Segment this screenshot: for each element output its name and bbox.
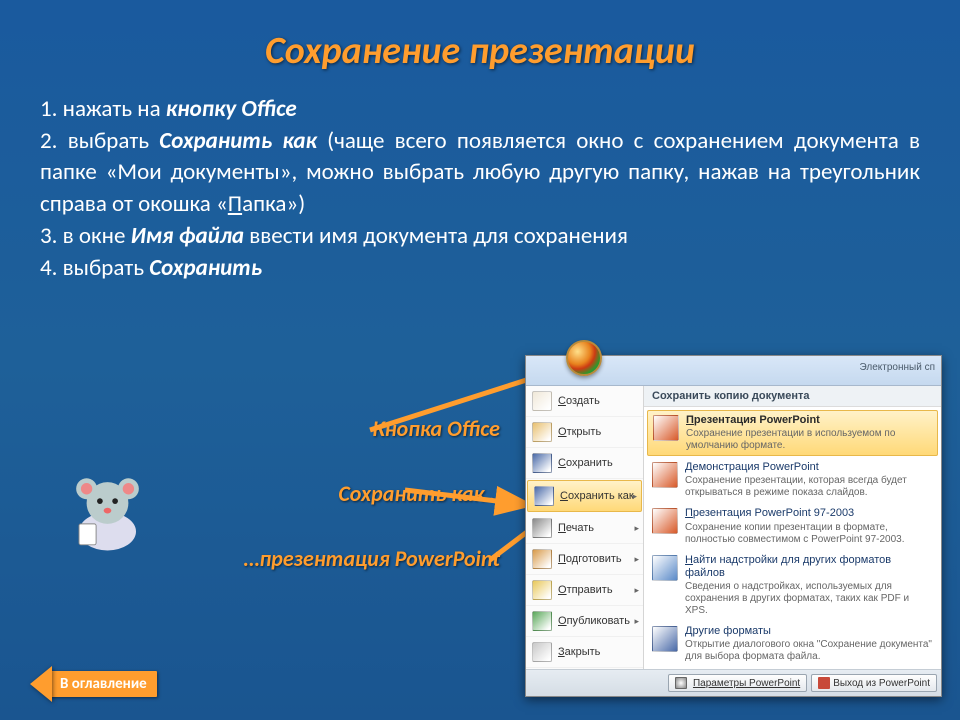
callout-save-as: Сохранить как… (160, 480, 500, 507)
step-1-prefix: 1. нажать на (40, 95, 166, 123)
save-option-text: Найти надстройки для других форматов фай… (685, 554, 933, 617)
menu-icon (532, 518, 552, 538)
chevron-right-icon: ▸ (632, 491, 637, 502)
save-option-icon (652, 626, 678, 652)
menu-label: Открыть (558, 426, 601, 438)
menu-label: Опубликовать (558, 615, 630, 627)
save-option-text: Демонстрация PowerPointСохранение презен… (685, 461, 933, 499)
menu-label: Закрыть (558, 646, 600, 658)
options-label: Параметры PowerPoint (693, 678, 800, 689)
save-option-desc: Сведения о надстройках, используемых для… (685, 581, 933, 617)
save-option-icon (652, 508, 678, 534)
save-option[interactable]: Демонстрация PowerPointСохранение презен… (644, 457, 941, 503)
menu-icon (532, 422, 552, 442)
save-option-icon (652, 462, 678, 488)
menu-icon (532, 642, 552, 662)
step-3-rest: ввести имя документа для сохранения (244, 222, 628, 250)
menu-icon (532, 391, 552, 411)
menu-label: Печать (558, 522, 594, 534)
exit-icon (818, 677, 830, 689)
callout-labels: Кнопка Office Сохранить как… …презентаци… (160, 415, 500, 610)
menu-item[interactable]: Создать (526, 386, 643, 417)
menu-item[interactable]: Отправить ▸ (526, 575, 643, 606)
menu-item[interactable]: Закрыть (526, 637, 643, 668)
menu-icon (532, 580, 552, 600)
menu-item[interactable]: Сохранить (526, 448, 643, 479)
menu-label: Подготовить (558, 553, 622, 565)
callout-presentation-pp: …презентация PowerPoint (160, 545, 500, 572)
step-2-bold: Сохранить как (159, 127, 317, 155)
chevron-right-icon: ▸ (634, 585, 639, 596)
save-option-desc: Сохранение копии презентации в формате, … (685, 522, 933, 546)
arrow-left-icon (30, 666, 52, 702)
office-right-items: Презентация PowerPointСохранение презент… (644, 407, 941, 669)
office-titlebar: Электронный сп (526, 356, 941, 386)
save-option-text: Презентация PowerPoint 97-2003 Сохранение… (685, 507, 933, 545)
office-menu-footer: Параметры PowerPoint Выход из PowerPoint (526, 669, 941, 696)
save-option[interactable]: Презентация PowerPoint 97-2003 Сохранение… (644, 503, 941, 549)
step-3-prefix: 3. в окне (40, 222, 131, 250)
menu-icon (532, 611, 552, 631)
save-option-title: Найти надстройки для других форматов фай… (685, 554, 933, 580)
step-4-bold: Сохранить (149, 254, 262, 282)
menu-label: Создать (558, 395, 600, 407)
office-menu-body: СоздатьОткрытьСохранитьСохранить как▸Печ… (526, 386, 941, 669)
save-option[interactable]: Презентация PowerPointСохранение презент… (647, 410, 938, 456)
step-2-underline: П (228, 190, 242, 218)
menu-item[interactable]: Сохранить как▸ (527, 480, 642, 512)
mascot-image (60, 465, 155, 560)
step-2-rest2: апка») (242, 190, 305, 218)
step-2-prefix: 2. выбрать (40, 127, 159, 155)
menu-label: Сохранить как (560, 490, 634, 502)
toc-button[interactable]: В оглавление (30, 666, 157, 702)
office-title-right: Электронный сп (860, 362, 935, 373)
toc-label: В оглавление (50, 671, 157, 697)
options-icon (675, 677, 687, 689)
save-option-text: Презентация PowerPointСохранение презент… (686, 414, 932, 452)
page-title: Сохранение презентации (0, 0, 960, 74)
save-option-title: Презентация PowerPoint 97-2003 (685, 507, 933, 520)
menu-label: Сохранить (558, 457, 613, 469)
save-option-desc: Сохранение презентации в используемом по… (686, 428, 932, 452)
menu-icon (532, 549, 552, 569)
save-option[interactable]: Найти надстройки для других форматов фай… (644, 550, 941, 621)
save-option-desc: Открытие диалогового окна "Сохранение до… (685, 639, 933, 663)
save-option-icon (653, 415, 679, 441)
menu-item[interactable]: Опубликовать ▸ (526, 606, 643, 637)
step-3-bold: Имя файла (131, 222, 244, 250)
office-menu-left-column: СоздатьОткрытьСохранитьСохранить как▸Печ… (526, 386, 644, 669)
callout-office-button: Кнопка Office (160, 415, 500, 442)
office-menu-right-column: Сохранить копию документа Презентация Po… (644, 386, 941, 669)
instructions-text: 1. нажать на кнопку Office 2. выбрать Со… (0, 74, 960, 294)
step-1-bold: кнопку Office (166, 95, 297, 123)
chevron-right-icon: ▸ (634, 616, 639, 627)
save-option-title: Другие форматы (685, 625, 933, 638)
exit-powerpoint-button[interactable]: Выход из PowerPoint (811, 674, 937, 692)
save-option-desc: Сохранение презентации, которая всегда б… (685, 475, 933, 499)
chevron-right-icon: ▸ (634, 554, 639, 565)
save-option-title: Презентация PowerPoint (686, 414, 932, 427)
menu-item[interactable]: Открыть (526, 417, 643, 448)
menu-icon (534, 486, 554, 506)
save-option-title: Демонстрация PowerPoint (685, 461, 933, 474)
chevron-right-icon: ▸ (634, 523, 639, 534)
save-option-text: Другие форматыОткрытие диалогового окна … (685, 625, 933, 663)
menu-icon (532, 453, 552, 473)
powerpoint-options-button[interactable]: Параметры PowerPoint (668, 674, 807, 692)
save-option-icon (652, 555, 678, 581)
menu-label: Отправить (558, 584, 613, 596)
office-menu-screenshot: Электронный сп Создать Открыть Сохранить Со… (525, 355, 942, 697)
save-option[interactable]: Другие форматыОткрытие диалогового окна … (644, 621, 941, 667)
exit-label: Выход из PowerPoint (833, 678, 930, 689)
office-right-header: Сохранить копию документа (644, 386, 941, 407)
menu-item[interactable]: Подготовить ▸ (526, 544, 643, 575)
step-4-prefix: 4. выбрать (40, 254, 149, 282)
office-button-icon[interactable] (566, 340, 602, 376)
menu-item[interactable]: Печать ▸ (526, 513, 643, 544)
